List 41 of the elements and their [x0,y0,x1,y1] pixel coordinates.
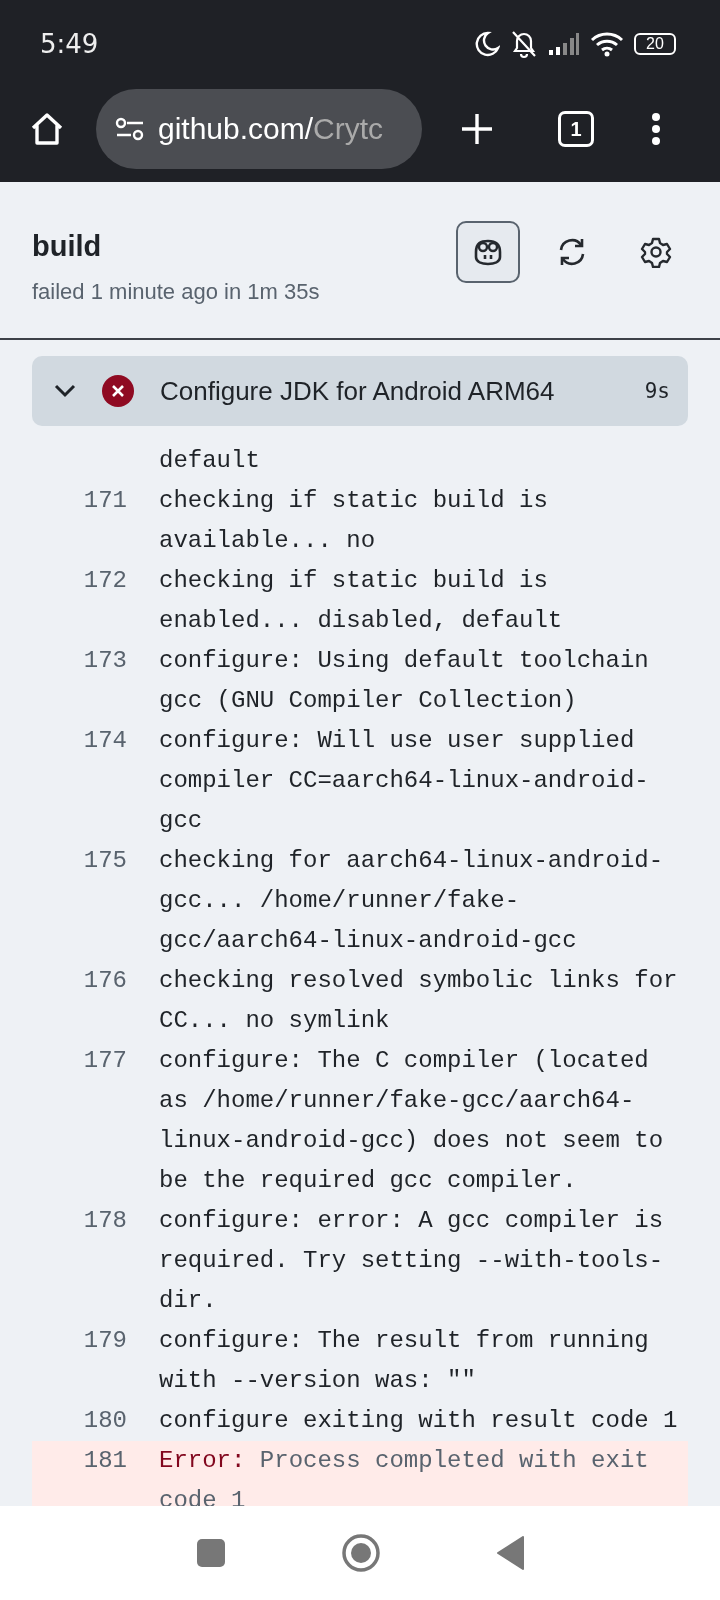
job-title: build [32,229,103,263]
error-icon [102,375,134,407]
line-number: 181 [82,1446,127,1476]
url-text: github.com/Crytc [158,112,384,146]
moon-icon [474,30,500,58]
log-text: default [159,446,261,476]
log-text: configure exiting with result code 1 [159,1406,679,1436]
line-number: 180 [82,1406,127,1436]
tune-icon [114,116,146,142]
status-time: 5:49 [40,29,99,59]
wifi-icon [590,31,624,57]
gear-icon [640,236,672,268]
line-number: 179 [82,1326,127,1356]
copilot-icon [472,238,504,266]
line-number: 173 [82,646,127,676]
copilot-button[interactable] [456,221,520,283]
log-text: configure: error: A gcc compiler is required. Try setting --with-tools-dir. [159,1206,665,1316]
address-bar[interactable]: github.com/Crytc [96,89,422,169]
line-number: 171 [82,486,127,516]
log-text: configure: The C compiler (located as /home/runner/fake-gcc/aarch64-linux-android-gcc) does not seem to be the required gcc compiler. [159,1046,665,1196]
step-header[interactable]: Configure JDK for Android ARM64 9s [32,356,688,426]
log-text: configure: The result from running with --version was: "" [159,1326,650,1396]
line-number: 178 [82,1206,127,1236]
line-number: 176 [82,966,127,996]
back-icon[interactable] [496,1536,524,1570]
plus-icon[interactable] [460,112,494,146]
battery-icon: 20 [634,33,676,55]
signal-icon [548,32,580,56]
tab-count-button[interactable]: 1 [558,111,594,147]
bell-off-icon [510,29,538,59]
step-duration: 9s [644,379,670,403]
home-circle-icon[interactable] [341,1533,381,1573]
line-number: 175 [82,846,127,876]
line-number: 177 [82,1046,127,1076]
menu-icon[interactable] [650,112,662,146]
log-text: configure: Using default toolchain gcc (GNU Compiler Collection) [159,646,650,716]
line-number: 174 [82,726,127,756]
job-status: failed 1 minute ago in 1m 35s [32,278,320,305]
step-name: Configure JDK for Android ARM64 [160,375,556,407]
recents-icon[interactable] [196,1538,226,1568]
line-number: 172 [82,566,127,596]
